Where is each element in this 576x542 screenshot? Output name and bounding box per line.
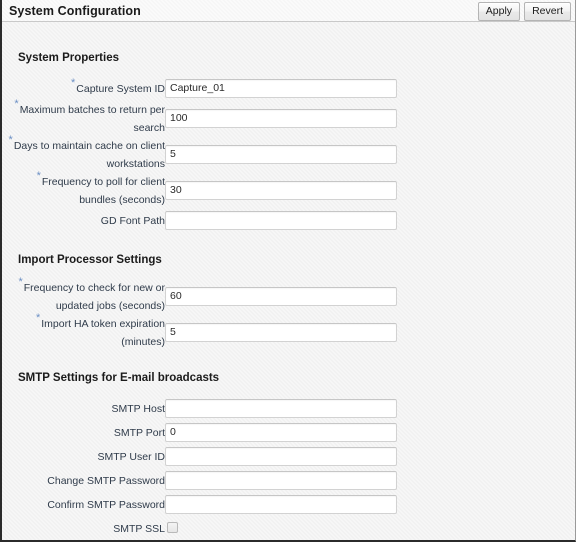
form-table: *Frequency to check for new or updated j… bbox=[2, 275, 397, 350]
field-label-cell: *Frequency to poll for client bundles (s… bbox=[2, 169, 165, 208]
field-label: Maximum batches to return per search bbox=[19, 104, 165, 134]
text-input[interactable] bbox=[165, 108, 397, 128]
required-marker-icon: * bbox=[71, 76, 76, 89]
required-marker-icon: * bbox=[36, 169, 41, 182]
form-row: *Capture System ID bbox=[2, 76, 397, 100]
form-row: Change SMTP Password bbox=[2, 468, 397, 492]
field-label-cell: Confirm SMTP Password bbox=[2, 492, 165, 516]
required-marker-icon: * bbox=[8, 133, 13, 146]
field-input-cell bbox=[165, 76, 397, 100]
form-row: *Frequency to check for new or updated j… bbox=[2, 275, 397, 314]
page-title: System Configuration bbox=[9, 3, 141, 18]
form-content: System Properties*Capture System ID*Maxi… bbox=[2, 22, 575, 540]
text-input[interactable] bbox=[165, 446, 397, 466]
field-label: Confirm SMTP Password bbox=[47, 499, 165, 511]
field-label-cell: *Capture System ID bbox=[2, 76, 165, 100]
field-label: Change SMTP Password bbox=[47, 475, 165, 487]
form-row: SMTP User ID bbox=[2, 444, 397, 468]
text-input[interactable] bbox=[165, 494, 397, 514]
field-input-cell bbox=[165, 172, 397, 208]
field-input-cell bbox=[165, 100, 397, 136]
field-label: Import HA token expiration (minutes) bbox=[41, 318, 165, 348]
field-label-cell: SMTP User ID bbox=[2, 444, 165, 468]
text-input[interactable] bbox=[165, 78, 397, 98]
field-label-cell: GD Font Path bbox=[2, 208, 165, 232]
system-configuration-page: System Configuration Apply Revert System… bbox=[0, 0, 576, 542]
form-row: SMTP SSL bbox=[2, 516, 397, 540]
field-label: SMTP SSL bbox=[113, 523, 165, 535]
field-input-cell bbox=[165, 314, 397, 350]
field-input-cell bbox=[165, 208, 397, 232]
field-input-cell bbox=[165, 516, 397, 540]
text-input[interactable] bbox=[165, 286, 397, 306]
field-label: SMTP Port bbox=[113, 427, 165, 439]
field-label-cell: SMTP SSL bbox=[2, 516, 165, 540]
field-input-cell bbox=[165, 492, 397, 516]
field-label: GD Font Path bbox=[100, 215, 165, 227]
form-row: *Frequency to poll for client bundles (s… bbox=[2, 169, 397, 208]
field-input-cell bbox=[165, 420, 397, 444]
text-input[interactable] bbox=[165, 144, 397, 164]
text-input[interactable] bbox=[165, 470, 397, 490]
field-label: Frequency to poll for client bundles (se… bbox=[41, 176, 165, 206]
checkbox-input[interactable] bbox=[167, 522, 178, 534]
field-label-cell: *Maximum batches to return per search bbox=[2, 97, 165, 136]
section-header: Import Processor Settings bbox=[18, 254, 162, 266]
titlebar-actions: Apply Revert bbox=[477, 2, 571, 21]
field-label-cell: *Frequency to check for new or updated j… bbox=[2, 275, 165, 314]
text-input[interactable] bbox=[165, 398, 397, 418]
field-label: SMTP Host bbox=[111, 403, 165, 415]
field-input-cell bbox=[165, 444, 397, 468]
form-row: *Import HA token expiration (minutes) bbox=[2, 311, 397, 350]
required-marker-icon: * bbox=[18, 275, 23, 288]
text-input[interactable] bbox=[165, 322, 397, 342]
form-row: *Days to maintain cache on client workst… bbox=[2, 133, 397, 172]
section-header: System Properties bbox=[18, 52, 119, 64]
field-label-cell: *Days to maintain cache on client workst… bbox=[2, 133, 165, 172]
field-label-cell: *Import HA token expiration (minutes) bbox=[2, 311, 165, 350]
text-input[interactable] bbox=[165, 422, 397, 442]
field-input-cell bbox=[165, 278, 397, 314]
section-system-properties: System Properties*Capture System ID*Maxi… bbox=[2, 22, 575, 232]
field-label-cell: SMTP Port bbox=[2, 420, 165, 444]
section-smtp-settings: SMTP Settings for E-mail broadcasts SMTP … bbox=[2, 350, 575, 540]
section-header: SMTP Settings for E-mail broadcasts bbox=[18, 372, 220, 384]
form-row: *Maximum batches to return per search bbox=[2, 97, 397, 136]
section-import-processor-settings: Import Processor Settings *Frequency to c… bbox=[2, 232, 575, 350]
field-input-cell bbox=[165, 136, 397, 172]
field-label: SMTP User ID bbox=[97, 451, 165, 463]
field-label: Capture System ID bbox=[76, 83, 165, 95]
form-table: *Capture System ID*Maximum batches to re… bbox=[2, 76, 397, 232]
form-table: SMTP Host SMTP Port SMTP User ID Change SMT… bbox=[2, 396, 397, 540]
field-input-cell bbox=[165, 396, 397, 420]
title-bar: System Configuration Apply Revert bbox=[2, 0, 575, 22]
field-input-cell bbox=[165, 468, 397, 492]
revert-button[interactable]: Revert bbox=[524, 2, 571, 21]
field-label-cell: Change SMTP Password bbox=[2, 468, 165, 492]
apply-button[interactable]: Apply bbox=[477, 2, 521, 21]
form-row: SMTP Host bbox=[2, 396, 397, 420]
form-row: GD Font Path bbox=[2, 208, 397, 232]
form-row: Confirm SMTP Password bbox=[2, 492, 397, 516]
field-label: Days to maintain cache on client worksta… bbox=[13, 140, 165, 170]
text-input[interactable] bbox=[165, 210, 397, 230]
required-marker-icon: * bbox=[35, 311, 41, 324]
field-label: Frequency to check for new or updated jo… bbox=[23, 282, 165, 312]
field-label-cell: SMTP Host bbox=[2, 396, 165, 420]
form-row: SMTP Port bbox=[2, 420, 397, 444]
text-input[interactable] bbox=[165, 180, 397, 200]
required-marker-icon: * bbox=[14, 97, 19, 110]
